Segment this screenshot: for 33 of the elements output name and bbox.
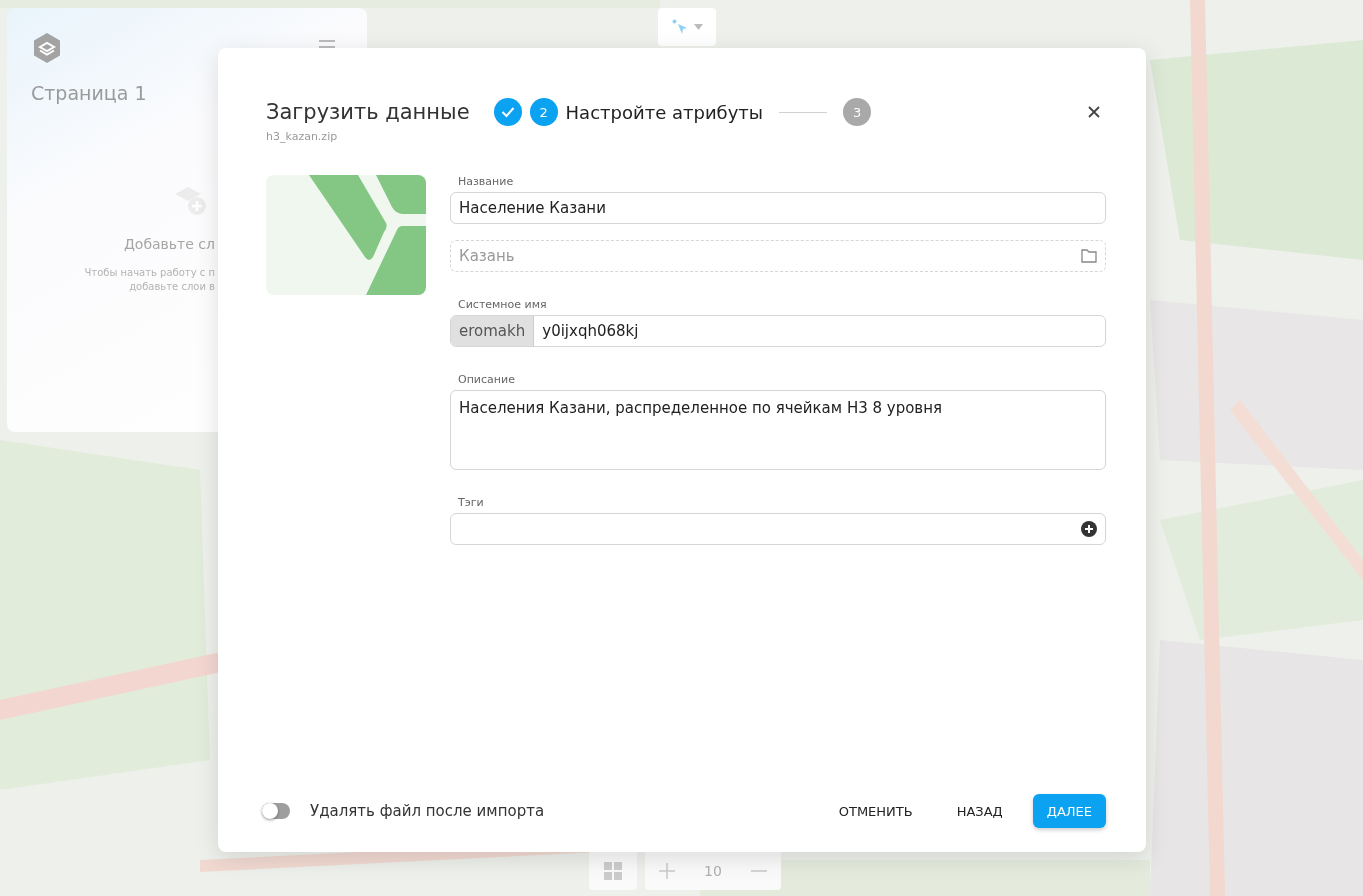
system-name-value: y0ijxqh068kj [541, 322, 640, 340]
toggle-switch[interactable] [262, 803, 290, 819]
tags-field[interactable] [450, 513, 1106, 545]
empty-hint: добавьте слои в [128, 280, 215, 294]
text-button[interactable]: НАЗАД [942, 794, 1017, 828]
step-number: 3 [843, 98, 872, 126]
cursor-icon [671, 19, 688, 35]
system-name-field[interactable]: eromakh y0ijxqh068kj [450, 315, 1106, 347]
zoom-level: 10 [704, 863, 722, 879]
folder-icon [1081, 249, 1097, 263]
field-label: Системное имя [458, 298, 547, 311]
page-title: Страница 1 [31, 82, 147, 104]
prefix-label: eromakh [451, 316, 535, 346]
name-field[interactable]: Население Казани [450, 192, 1106, 224]
zoom-in-icon[interactable] [659, 863, 676, 879]
grid-icon [604, 862, 622, 880]
empty-hint: Чтобы начать работу с п [84, 266, 215, 280]
step-number: 2 [529, 98, 558, 126]
file-name: h3_kazan.zip [266, 130, 338, 143]
field-label: Название [458, 175, 514, 188]
toggle-label: Удалять файл после импорта [310, 802, 546, 820]
field-label: Описание [458, 373, 515, 386]
tool-button[interactable] [658, 8, 716, 46]
add-icon[interactable] [1081, 521, 1097, 537]
grid-button[interactable] [589, 852, 637, 890]
logo-icon [31, 32, 63, 64]
text-button[interactable]: ОТМЕНИТЬ [824, 794, 927, 828]
dialog-title: Загрузить данные [266, 100, 470, 124]
step-label: Настройте атрибуты [565, 101, 764, 123]
empty-title: Добавьте сл [123, 236, 215, 252]
description-field[interactable]: Населения Казани, распределенное по ячейкам H3 8 уровня [450, 390, 1106, 470]
field-label: Тэги [458, 496, 484, 509]
caret-icon [693, 24, 703, 30]
